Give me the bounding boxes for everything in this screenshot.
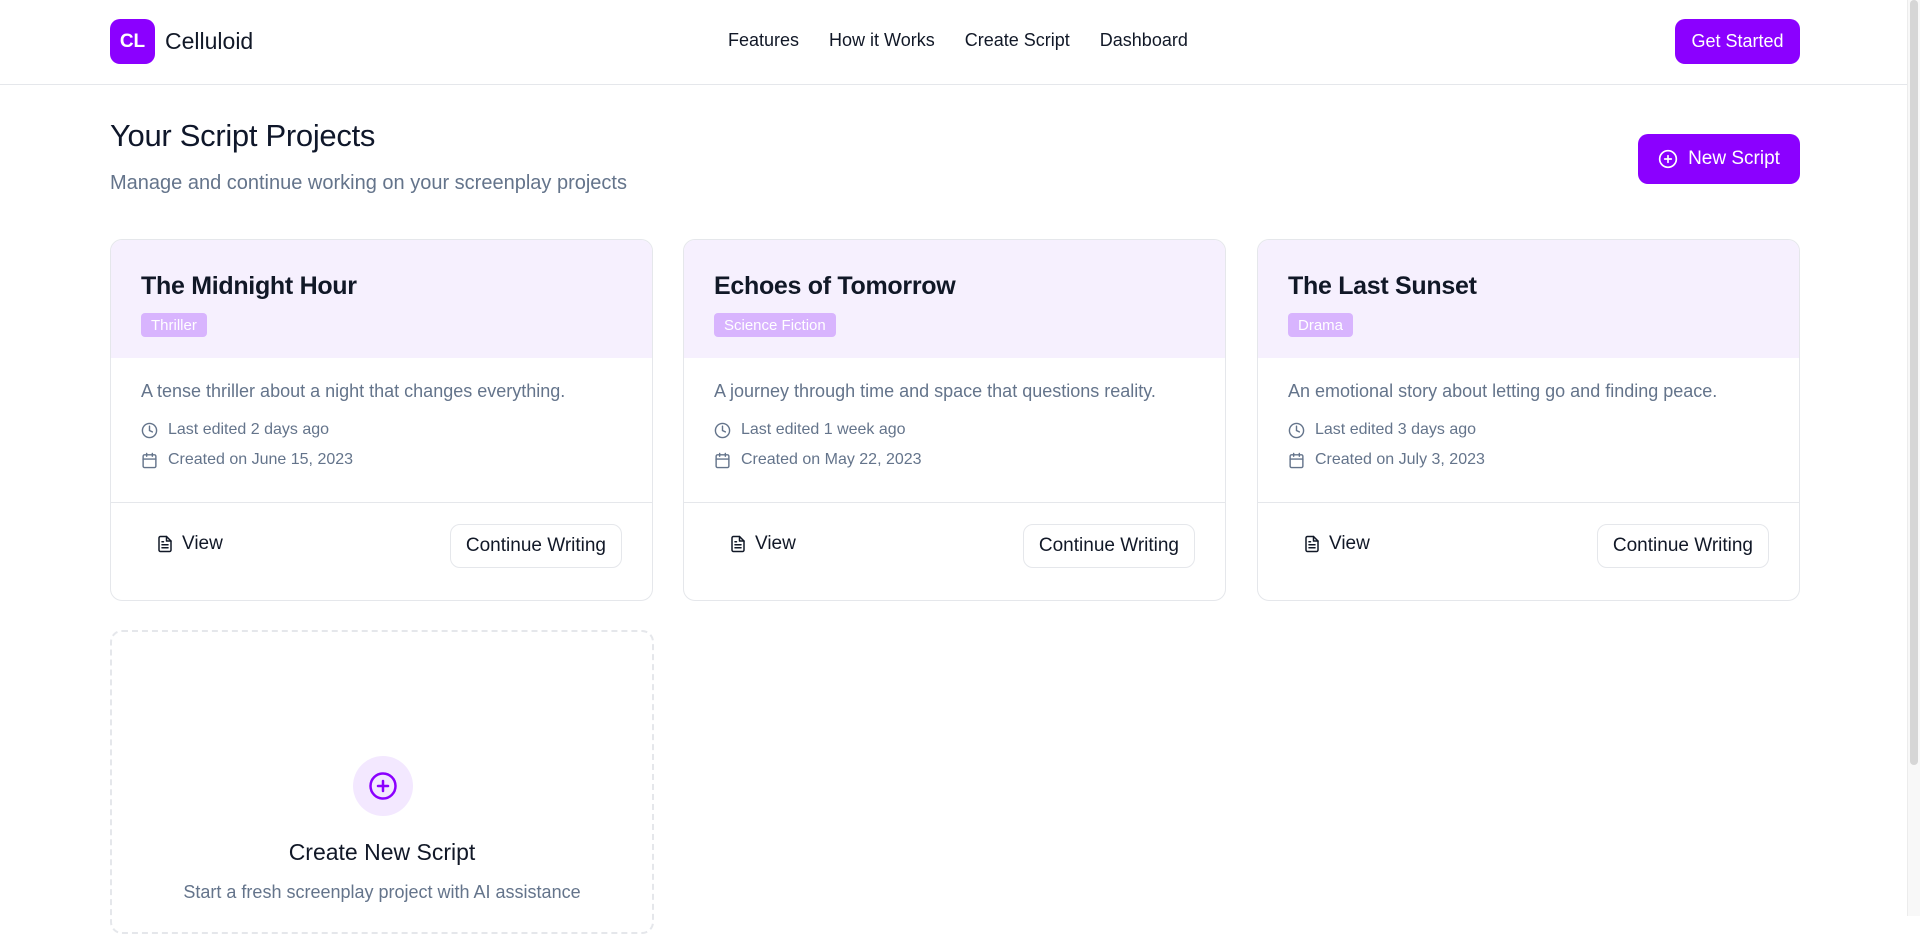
nav-item-features[interactable]: Features [728, 30, 799, 51]
genre-badge: Drama [1288, 313, 1354, 337]
continue-writing-button[interactable]: Continue Writing [1022, 524, 1195, 568]
nav-item-how-it-works[interactable]: How it Works [829, 30, 935, 51]
create-card-title: Create New Script [288, 839, 476, 865]
vertical-scrollbar[interactable] [1907, 0, 1920, 916]
create-new-script-card[interactable]: Create New Script Start a fresh screenpl… [110, 630, 654, 934]
last-edited-text: Last edited 1 week ago [741, 421, 906, 438]
card-body: A journey through time and space that qu… [684, 358, 1225, 503]
last-edited-row: Last edited 1 week ago [714, 421, 906, 439]
card-body: An emotional story about letting go and … [1258, 358, 1799, 503]
genre-badge: Science Fiction [714, 313, 836, 337]
get-started-button[interactable]: Get Started [1675, 19, 1800, 64]
file-text-icon [1305, 535, 1319, 553]
clock-icon [1288, 422, 1305, 438]
new-script-label: New Script [1688, 148, 1780, 169]
view-label: View [1329, 533, 1370, 554]
card-body: A tense thriller about a night that chan… [111, 358, 652, 503]
project-title[interactable]: The Midnight Hour [141, 272, 357, 301]
created-row: Created on June 15, 2023 [141, 451, 353, 469]
page-title: Your Script Projects [110, 118, 376, 153]
plus-circle-icon[interactable] [353, 756, 413, 816]
project-card: The Last Sunset Drama An emotional story… [1257, 239, 1800, 601]
created-row: Created on May 22, 2023 [714, 451, 922, 469]
last-edited-text: Last edited 3 days ago [1315, 421, 1477, 438]
brand-logo[interactable]: CL Celluloid [110, 19, 253, 64]
last-edited-row: Last edited 2 days ago [141, 421, 329, 439]
card-header: Echoes of Tomorrow Science Fiction [684, 240, 1225, 358]
project-description: A journey through time and space that qu… [714, 381, 1156, 401]
view-label: View [755, 533, 796, 554]
card-header: The Midnight Hour Thriller [111, 240, 652, 358]
view-button[interactable]: View [1303, 533, 1370, 555]
calendar-icon [1289, 452, 1304, 468]
last-edited-row: Last edited 3 days ago [1288, 421, 1476, 439]
nav-item-dashboard[interactable]: Dashboard [1100, 30, 1188, 51]
file-text-icon [158, 535, 172, 553]
calendar-icon [715, 452, 730, 468]
main-nav: Features How it Works Create Script Dash… [728, 30, 1188, 51]
clock-icon [714, 422, 731, 438]
card-footer: View Continue Writing [684, 503, 1225, 600]
scrollbar-thumb[interactable] [1910, 0, 1918, 765]
project-description: An emotional story about letting go and … [1288, 381, 1718, 401]
created-row: Created on July 3, 2023 [1288, 451, 1485, 469]
project-description: A tense thriller about a night that chan… [141, 381, 566, 401]
created-text: Created on June 15, 2023 [168, 451, 354, 468]
card-footer: View Continue Writing [1258, 503, 1799, 600]
new-script-button[interactable]: New Script [1638, 134, 1800, 184]
view-button[interactable]: View [156, 533, 223, 555]
project-card: Echoes of Tomorrow Science Fiction A jou… [683, 239, 1226, 601]
continue-writing-button[interactable]: Continue Writing [1596, 524, 1769, 568]
project-title[interactable]: The Last Sunset [1288, 272, 1477, 301]
continue-writing-button[interactable]: Continue Writing [449, 524, 622, 568]
created-text: Created on July 3, 2023 [1315, 451, 1485, 468]
nav-item-create-script[interactable]: Create Script [965, 30, 1070, 51]
card-header: The Last Sunset Drama [1258, 240, 1799, 358]
card-footer: View Continue Writing [111, 503, 652, 600]
create-card-subtitle: Start a fresh screenplay project with AI… [183, 882, 581, 902]
project-card: The Midnight Hour Thriller A tense thril… [110, 239, 653, 601]
page-subtitle: Manage and continue working on your scre… [110, 172, 627, 194]
clock-icon [141, 422, 158, 438]
file-text-icon [731, 535, 745, 553]
created-text: Created on May 22, 2023 [741, 451, 922, 468]
top-navbar: CL Celluloid Features How it Works Creat… [0, 0, 1908, 85]
plus-circle-icon [1658, 149, 1678, 169]
view-button[interactable]: View [729, 533, 796, 555]
logo-badge: CL [110, 19, 155, 64]
view-label: View [182, 533, 223, 554]
project-title[interactable]: Echoes of Tomorrow [714, 272, 956, 301]
last-edited-text: Last edited 2 days ago [168, 421, 330, 438]
brand-name: Celluloid [165, 28, 254, 54]
genre-badge: Thriller [141, 313, 207, 337]
calendar-icon [142, 452, 157, 468]
